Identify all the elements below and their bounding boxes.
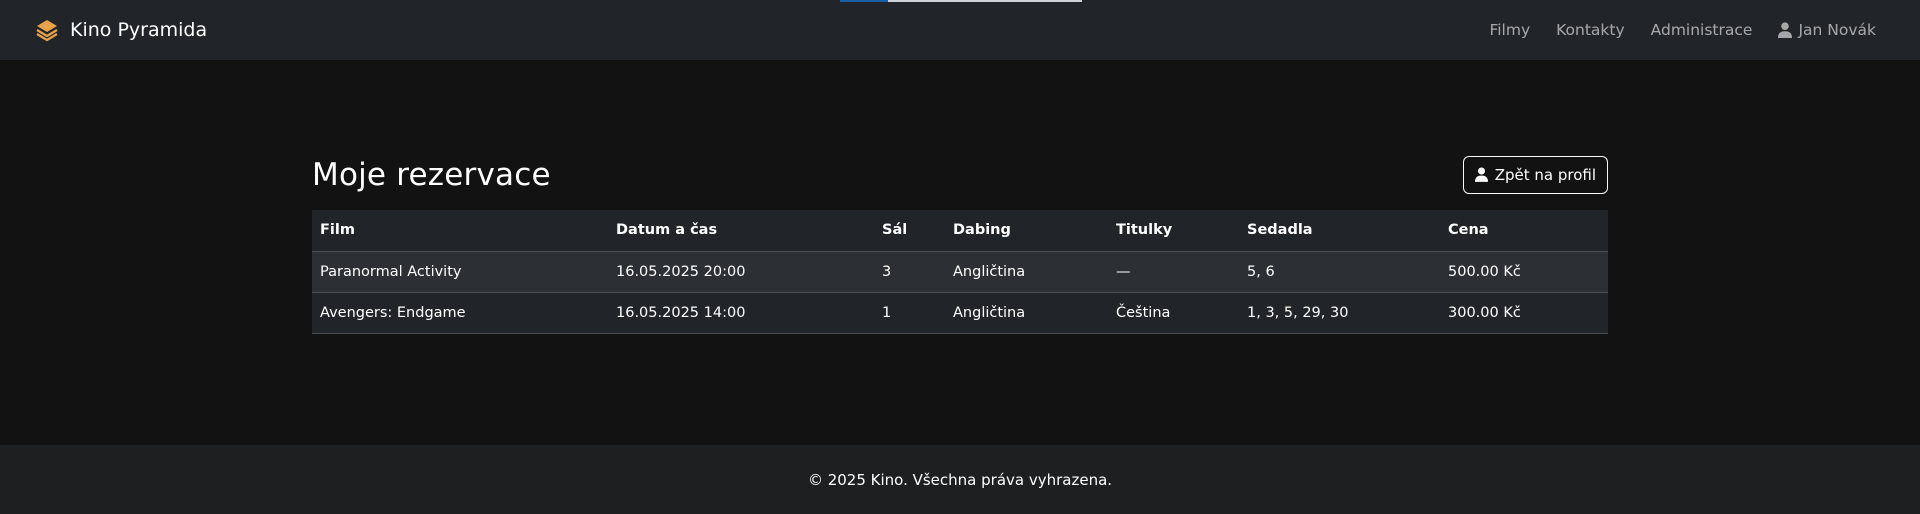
column-header-datetime: Datum a čas (608, 210, 874, 252)
layers-icon (34, 17, 60, 43)
table-row: Paranormal Activity 16.05.2025 20:00 3 A… (312, 251, 1608, 293)
user-name: Jan Novák (1798, 21, 1876, 39)
column-header-price: Cena (1440, 210, 1608, 252)
nav-user-link[interactable]: Jan Novák (1778, 21, 1876, 39)
column-header-seats: Sedadla (1239, 210, 1440, 252)
brand-name: Kino Pyramida (70, 19, 208, 41)
nav-link-administrace[interactable]: Administrace (1651, 21, 1753, 39)
main-content: Moje rezervace Zpět na profil Film Datum… (312, 156, 1608, 334)
column-header-hall: Sál (874, 210, 945, 252)
cell-dubbing: Angličtina (945, 251, 1108, 293)
navbar: Kino Pyramida Filmy Kontakty Administrac… (0, 0, 1920, 60)
table-row: Avengers: Endgame 16.05.2025 14:00 1 Ang… (312, 292, 1608, 334)
back-to-profile-button[interactable]: Zpět na profil (1462, 156, 1608, 194)
nav-link-kontakty[interactable]: Kontakty (1556, 21, 1625, 39)
cell-hall: 3 (874, 251, 945, 293)
cell-subtitles: — (1108, 251, 1239, 293)
back-button-label: Zpět na profil (1494, 166, 1596, 184)
footer-copyright: © 2025 Kino. Všechna práva vyhrazena. (807, 470, 1113, 489)
column-header-film: Film (312, 210, 608, 252)
cell-price: 300.00 Kč (1440, 292, 1608, 334)
cell-dubbing: Angličtina (945, 292, 1108, 334)
loading-indicator (840, 0, 1082, 2)
table-header-row: Film Datum a čas Sál Dabing Titulky Seda… (312, 210, 1608, 252)
column-header-subtitles: Titulky (1108, 210, 1239, 252)
page-title: Moje rezervace (312, 157, 551, 193)
cell-datetime: 16.05.2025 14:00 (608, 292, 874, 334)
cell-price: 500.00 Kč (1440, 251, 1608, 293)
cell-film: Avengers: Endgame (312, 292, 608, 334)
nav-link-filmy[interactable]: Filmy (1489, 21, 1530, 39)
user-icon (1474, 167, 1489, 183)
page-header: Moje rezervace Zpět na profil (312, 156, 1608, 194)
cell-seats: 5, 6 (1239, 251, 1440, 293)
cell-datetime: 16.05.2025 20:00 (608, 251, 874, 293)
cell-seats: 1, 3, 5, 29, 30 (1239, 292, 1440, 334)
footer: © 2025 Kino. Všechna práva vyhrazena. (0, 445, 1920, 514)
column-header-dubbing: Dabing (945, 210, 1108, 252)
reservations-table: Film Datum a čas Sál Dabing Titulky Seda… (312, 210, 1608, 334)
cell-film: Paranormal Activity (312, 251, 608, 293)
brand-link[interactable]: Kino Pyramida (34, 17, 207, 43)
user-icon (1778, 22, 1793, 38)
nav-links: Filmy Kontakty Administrace Jan Novák (1489, 21, 1876, 39)
cell-hall: 1 (874, 292, 945, 334)
cell-subtitles: Čeština (1108, 292, 1239, 334)
